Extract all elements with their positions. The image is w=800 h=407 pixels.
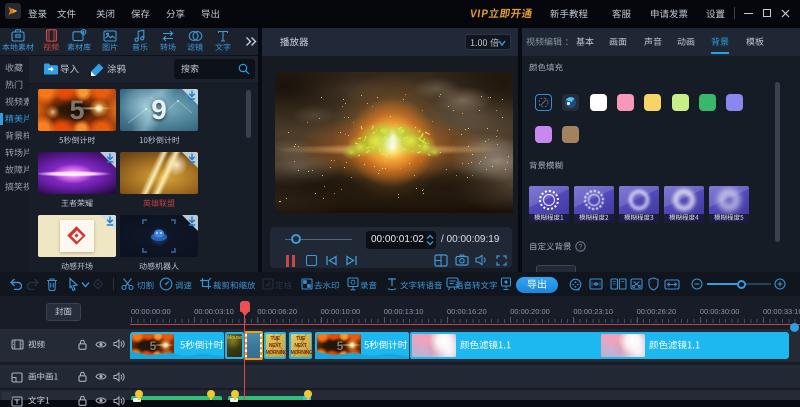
svg-text:?: ? (579, 244, 583, 251)
